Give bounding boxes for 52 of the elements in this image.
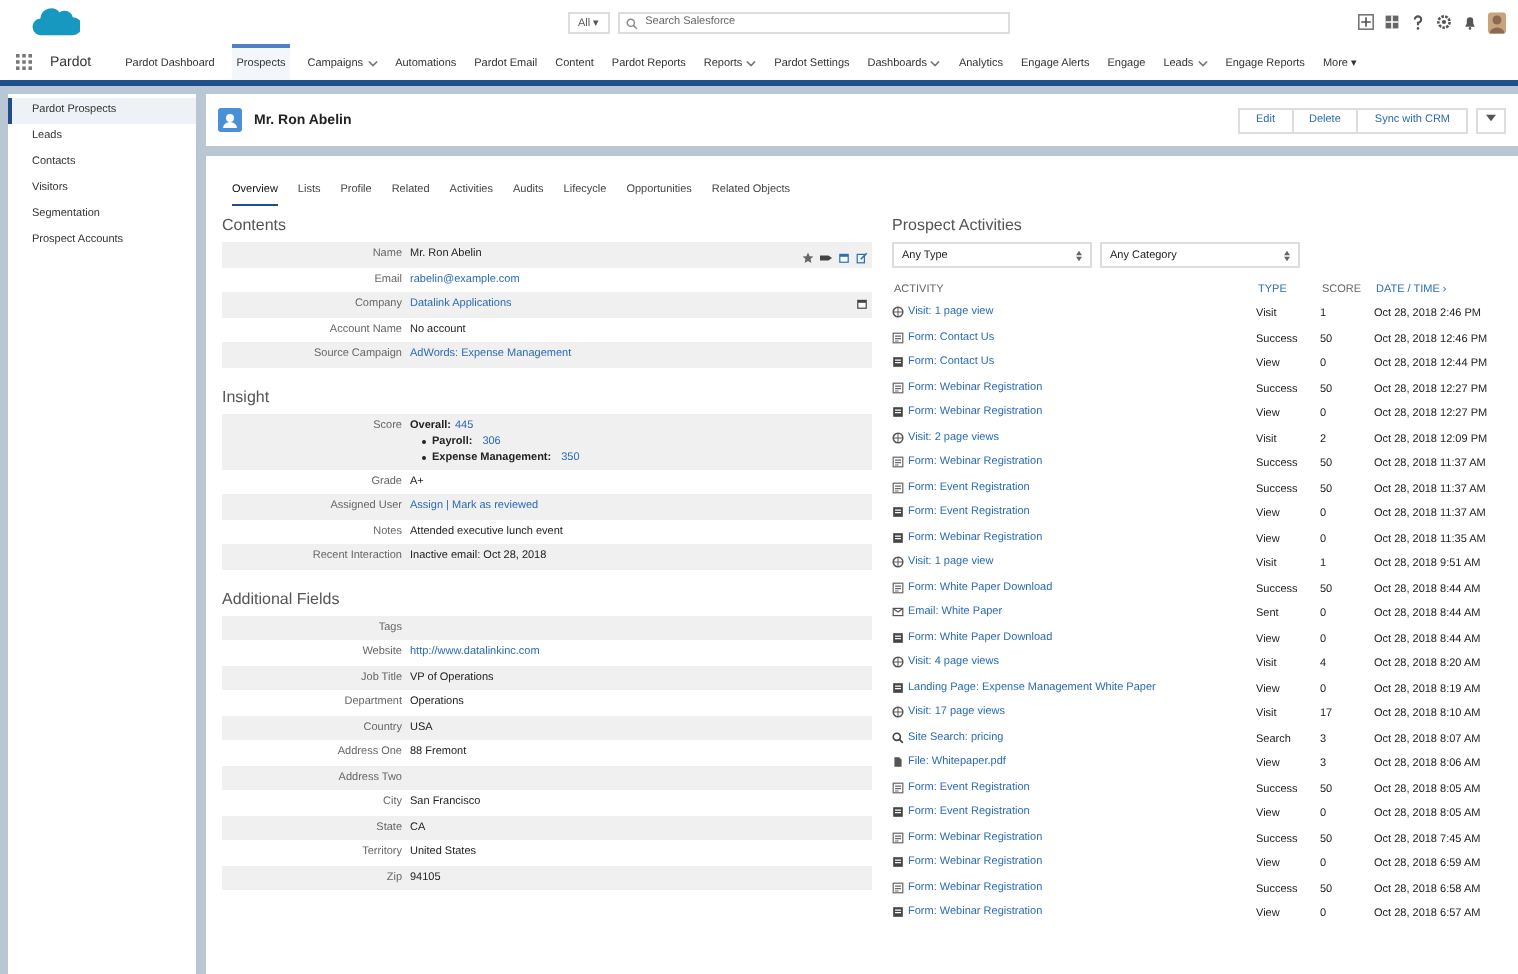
envelope-icon xyxy=(892,606,904,619)
tag-icon[interactable] xyxy=(820,251,832,264)
bell-icon[interactable] xyxy=(1462,14,1478,30)
form-icon xyxy=(892,381,904,394)
sort-arrows-icon xyxy=(1284,249,1290,261)
star-icon[interactable] xyxy=(802,251,814,264)
form-icon xyxy=(892,356,904,369)
caret-icon xyxy=(1197,60,1208,68)
form-icon xyxy=(892,906,904,919)
settings-icon[interactable] xyxy=(1436,14,1452,30)
caret-icon xyxy=(367,60,378,68)
avatar-icon[interactable] xyxy=(1488,11,1506,33)
globe-icon xyxy=(892,306,904,319)
form-icon xyxy=(892,681,904,694)
section-title: Additional Fields xyxy=(222,589,342,607)
edit-icon[interactable] xyxy=(856,251,868,264)
search-icon xyxy=(625,17,638,29)
form-icon xyxy=(892,581,904,594)
cloud-logo-icon xyxy=(32,6,80,38)
app-launcher-icon[interactable] xyxy=(16,54,32,70)
form-icon xyxy=(892,781,904,794)
caret-icon xyxy=(746,60,757,68)
calendar-icon[interactable] xyxy=(856,298,868,310)
file-icon xyxy=(892,756,904,769)
form-icon xyxy=(892,481,904,494)
globe-icon xyxy=(892,556,904,569)
grid-icon[interactable] xyxy=(1384,14,1400,30)
caret-icon xyxy=(1486,114,1496,122)
person-card-icon xyxy=(218,108,242,132)
calendar-icon[interactable] xyxy=(838,251,850,264)
caret-icon xyxy=(930,60,941,68)
form-icon xyxy=(892,531,904,544)
sort-arrows-icon xyxy=(1076,249,1082,261)
form-icon xyxy=(892,831,904,844)
form-icon xyxy=(892,631,904,644)
globe-icon xyxy=(892,656,904,669)
form-icon xyxy=(892,881,904,894)
plus-icon[interactable] xyxy=(1358,14,1374,30)
form-icon xyxy=(892,456,904,469)
form-icon xyxy=(892,506,904,519)
section-title: Prospect Activities xyxy=(892,216,1024,234)
more-actions-button[interactable] xyxy=(1476,107,1506,133)
globe-icon xyxy=(892,431,904,444)
globe-icon xyxy=(892,706,904,719)
form-icon xyxy=(892,856,904,869)
form-icon xyxy=(892,331,904,344)
help-icon[interactable] xyxy=(1410,14,1426,30)
section-title: Insight xyxy=(222,387,272,405)
section-title: Contents xyxy=(222,216,289,234)
form-icon xyxy=(892,406,904,419)
form-icon xyxy=(892,806,904,819)
search-icon xyxy=(892,731,904,744)
